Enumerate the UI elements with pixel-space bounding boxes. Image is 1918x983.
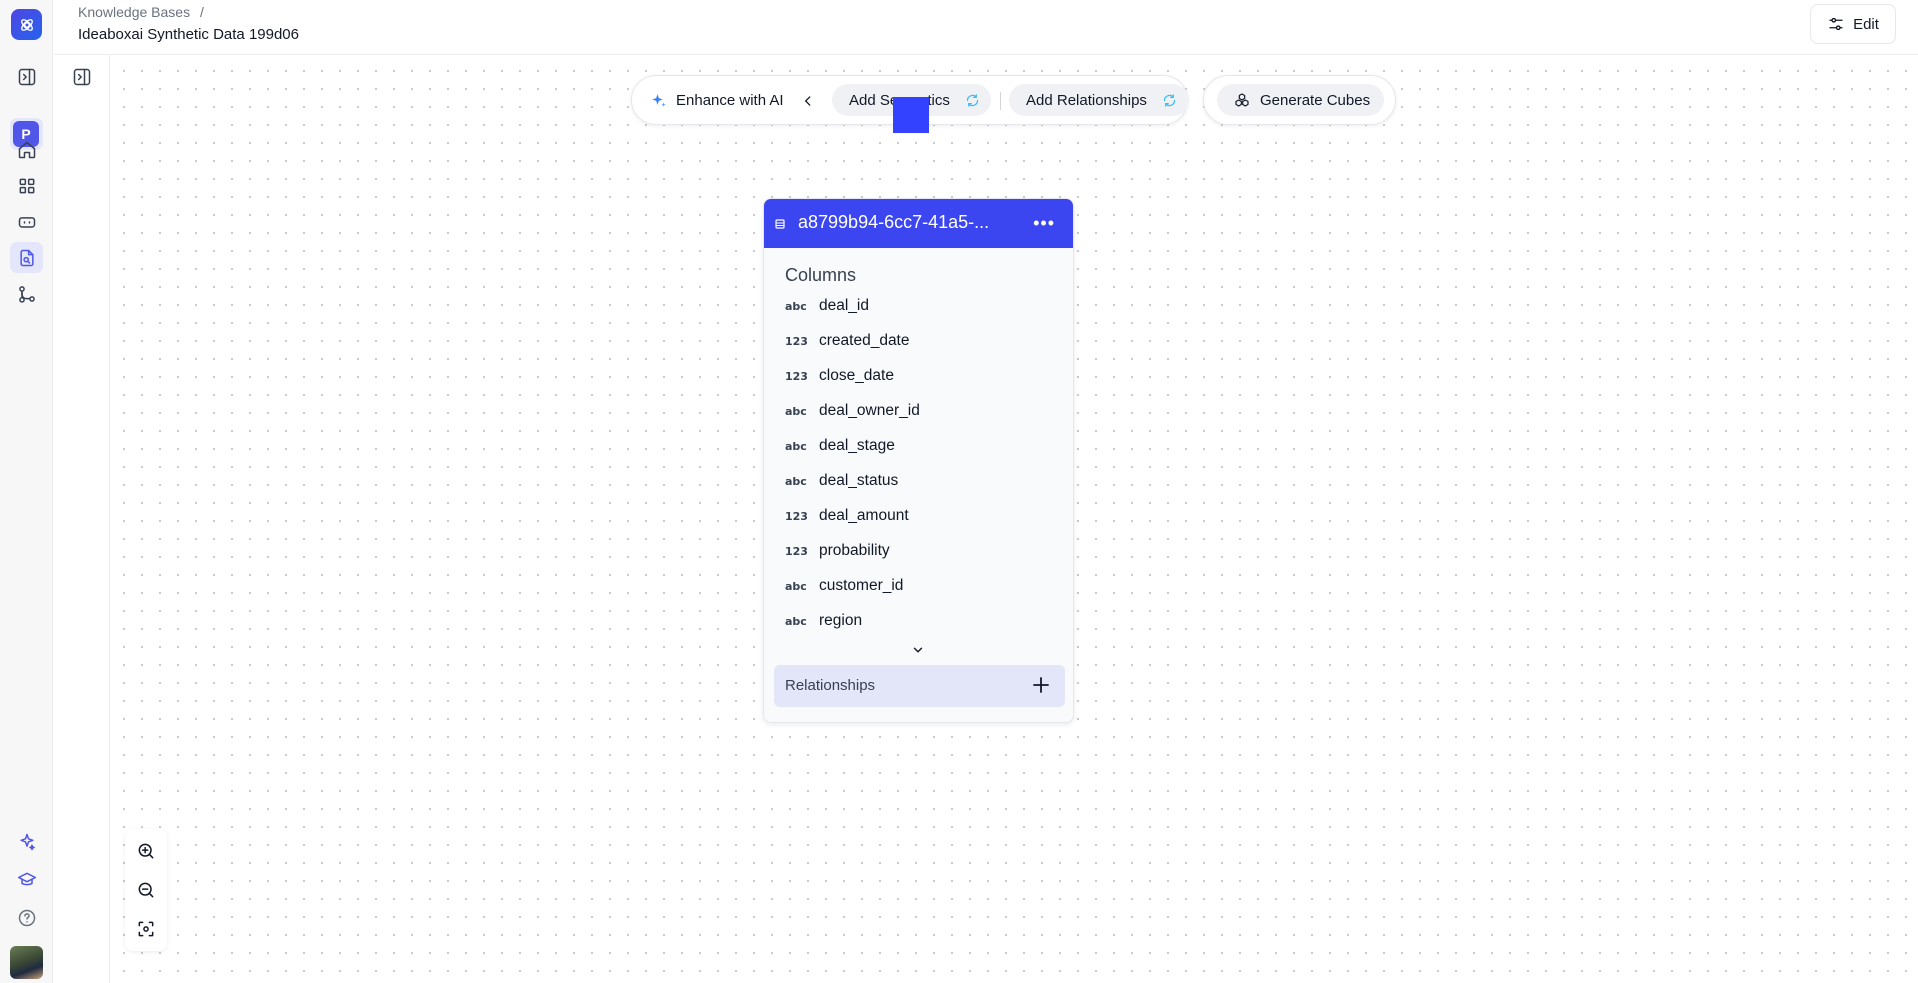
column-row[interactable]: abc deal_owner_id xyxy=(785,399,920,423)
generate-cubes-label: Generate Cubes xyxy=(1260,91,1371,109)
column-name: deal_id xyxy=(819,297,869,314)
column-row[interactable]: 123 probability xyxy=(785,539,890,563)
table-node-header[interactable]: a8799b94-6cc7-41a5-... ••• xyxy=(764,199,1073,248)
add-relationships-button[interactable]: Add Relationships xyxy=(1009,84,1189,116)
column-name: close_date xyxy=(819,367,894,384)
cubes-icon xyxy=(1235,93,1249,107)
breadcrumb: Knowledge Bases / xyxy=(78,4,204,20)
table-icon xyxy=(775,219,785,229)
sidebar-item-ai[interactable] xyxy=(10,826,43,857)
generate-cubes-button[interactable]: Generate Cubes xyxy=(1217,84,1384,116)
column-name: deal_owner_id xyxy=(819,402,920,419)
app-sidebar: P xyxy=(0,0,53,983)
cubes-toolbar: Generate Cubes xyxy=(1203,75,1396,125)
number-type-icon: 123 xyxy=(785,334,808,348)
chevron-left-icon[interactable] xyxy=(801,94,815,108)
bot-icon xyxy=(18,216,35,228)
column-row[interactable]: abc deal_stage xyxy=(785,434,895,458)
relationships-label: Relationships xyxy=(785,677,876,694)
edit-button-label: Edit xyxy=(1853,15,1879,33)
edit-button[interactable]: Edit xyxy=(1810,4,1896,44)
string-type-icon: abc xyxy=(785,404,807,418)
column-name: region xyxy=(819,612,863,629)
refresh-icon xyxy=(966,93,979,107)
sidebar-item-learn[interactable] xyxy=(10,864,43,895)
refresh-icon xyxy=(1163,93,1176,107)
help-icon xyxy=(18,909,35,926)
sidebar-item-workflows[interactable] xyxy=(10,278,43,309)
column-row[interactable]: abc deal_status xyxy=(785,469,898,493)
column-row[interactable]: abc customer_id xyxy=(785,574,903,598)
sidebar-item-help[interactable] xyxy=(10,902,43,933)
fit-view-button[interactable] xyxy=(135,918,157,940)
panel-toggle-button[interactable] xyxy=(65,61,98,92)
column-row[interactable]: 123 created_date xyxy=(785,329,910,353)
more-options-icon[interactable]: ••• xyxy=(1033,213,1055,234)
table-node-title: a8799b94-6cc7-41a5-... xyxy=(798,212,990,232)
toolbar-divider xyxy=(1000,92,1001,110)
column-name: probability xyxy=(819,542,890,559)
sparkle-icon xyxy=(652,94,666,107)
add-relationships-label: Add Relationships xyxy=(1026,91,1147,109)
zoom-in-button[interactable] xyxy=(135,840,157,862)
sidebar-item-agents[interactable] xyxy=(10,206,43,237)
page-title: Ideaboxai Synthetic Data 199d06 xyxy=(78,26,299,43)
string-type-icon: abc xyxy=(785,299,807,313)
relationships-section: Relationships xyxy=(774,665,1065,707)
column-name: created_date xyxy=(819,332,910,349)
sparkle-icon xyxy=(19,833,35,850)
sidebar-toggle-icon xyxy=(18,68,35,85)
home-icon xyxy=(18,141,35,158)
selection-marker xyxy=(893,97,929,133)
chevron-down-icon[interactable] xyxy=(911,643,925,657)
panel-strip xyxy=(54,55,110,983)
enhance-with-ai-label: Enhance with AI xyxy=(676,92,784,109)
column-name: deal_amount xyxy=(819,507,909,524)
column-row[interactable]: abc deal_id xyxy=(785,294,869,318)
column-name: customer_id xyxy=(819,577,904,594)
sidebar-item-knowledge-bases[interactable] xyxy=(10,242,43,273)
zoom-controls xyxy=(125,829,167,951)
zoom-out-button[interactable] xyxy=(135,879,157,901)
string-type-icon: abc xyxy=(785,474,807,488)
grid-icon xyxy=(19,178,34,193)
column-row[interactable]: abc region xyxy=(785,609,862,633)
graduation-cap-icon xyxy=(17,872,36,885)
sidebar-item-apps[interactable] xyxy=(10,170,43,201)
column-name: deal_stage xyxy=(819,437,895,454)
sidebar-toggle-button[interactable] xyxy=(10,61,43,92)
breadcrumb-separator: / xyxy=(199,4,204,20)
column-name: deal_status xyxy=(819,472,899,489)
string-type-icon: abc xyxy=(785,439,807,453)
column-row[interactable]: 123 deal_amount xyxy=(785,504,909,528)
add-relationship-icon[interactable] xyxy=(1029,673,1053,697)
string-type-icon: abc xyxy=(785,614,807,628)
user-avatar[interactable] xyxy=(10,946,43,979)
logo-icon xyxy=(20,18,33,31)
app-logo[interactable] xyxy=(11,9,42,40)
page-header: Knowledge Bases / Ideaboxai Synthetic Da… xyxy=(54,0,1918,55)
git-branch-icon xyxy=(18,285,35,303)
zoom-out-icon xyxy=(138,882,154,898)
sliders-icon xyxy=(1829,17,1843,31)
number-type-icon: 123 xyxy=(785,509,808,523)
sidebar-item-home[interactable] xyxy=(10,134,43,165)
panel-toggle-icon xyxy=(73,68,90,85)
fit-view-icon xyxy=(138,921,154,937)
column-row[interactable]: 123 close_date xyxy=(785,364,894,388)
number-type-icon: 123 xyxy=(785,369,808,383)
zoom-in-icon xyxy=(138,843,154,859)
columns-heading: Columns xyxy=(785,265,857,285)
number-type-icon: 123 xyxy=(785,544,808,558)
string-type-icon: abc xyxy=(785,579,807,593)
document-search-icon xyxy=(19,249,34,266)
breadcrumb-link-knowledge-bases[interactable]: Knowledge Bases xyxy=(78,4,190,20)
table-node[interactable]: a8799b94-6cc7-41a5-... ••• Columns abc de… xyxy=(763,198,1074,723)
